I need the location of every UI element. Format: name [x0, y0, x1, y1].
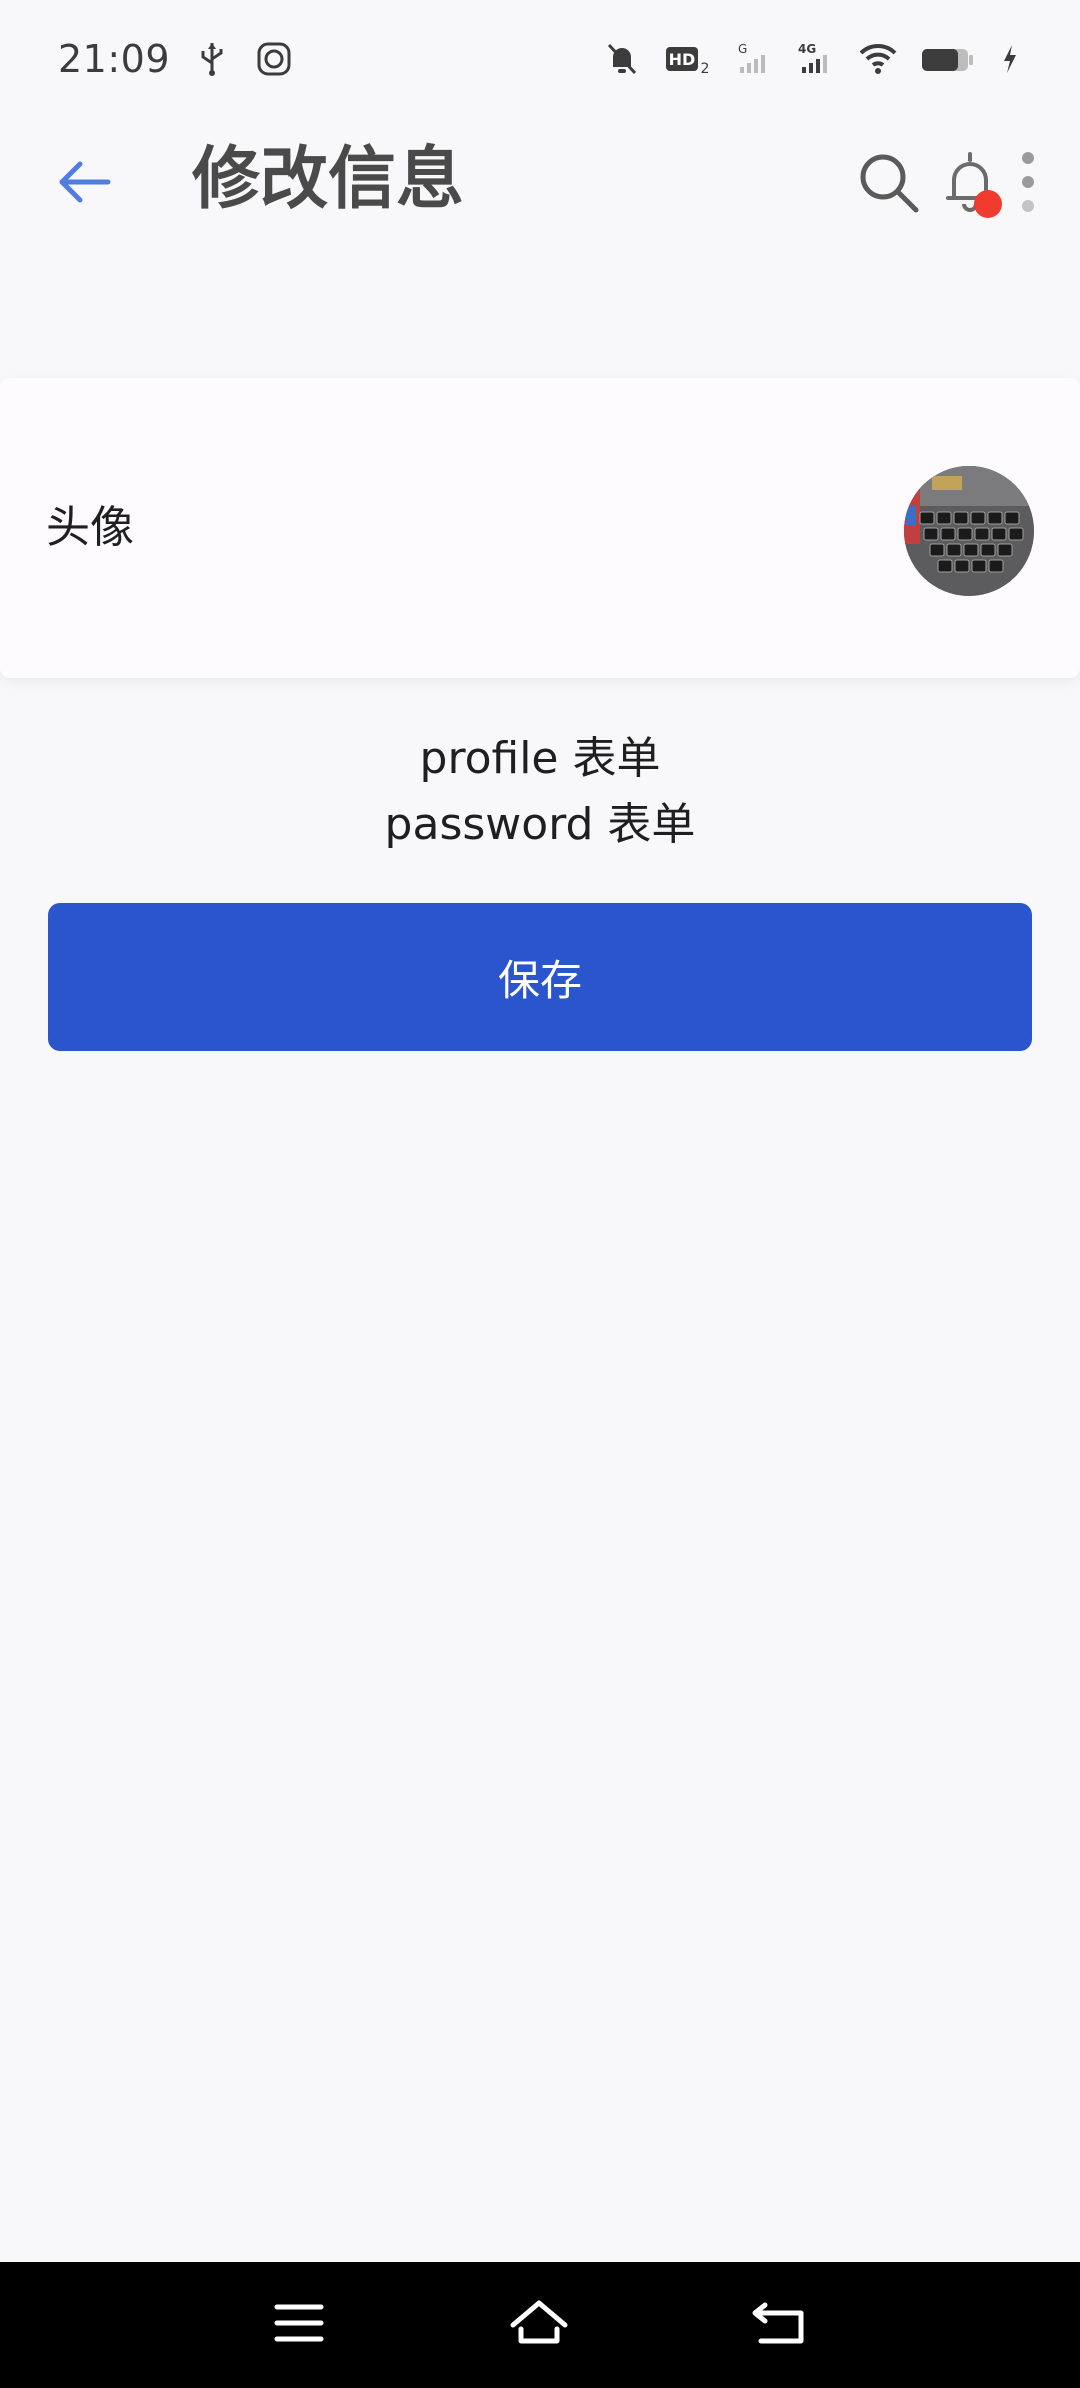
nav-home-button[interactable]: [494, 2280, 584, 2370]
form-placeholders: profile 表单 password 表单: [0, 726, 1080, 858]
screen: 21:09 HD 2 G 4G 修改信息 头像 profile 表单 passw…: [0, 0, 1080, 2388]
back-icon: [751, 2299, 807, 2351]
signal-4g-icon: 4G: [796, 39, 836, 79]
profile-form: profile 表单: [419, 733, 661, 784]
app-bar: 修改信息: [0, 118, 1080, 242]
password-form: password 表单: [384, 799, 696, 850]
avatar[interactable]: [904, 466, 1034, 596]
nav-menu-button[interactable]: [254, 2280, 344, 2370]
arrow-left-icon: [56, 158, 112, 210]
svg-text:HD: HD: [669, 50, 696, 69]
svg-text:G: G: [738, 42, 747, 56]
laptop-keyboard-photo: [904, 466, 1034, 596]
page-title: 修改信息: [192, 140, 465, 219]
more-vertical-icon: [1021, 150, 1035, 218]
back-button[interactable]: [44, 144, 124, 224]
app-notification-icon: [254, 39, 294, 79]
signal-g-icon: G: [734, 39, 774, 79]
search-button[interactable]: [848, 144, 928, 224]
nav-back-button[interactable]: [734, 2280, 824, 2370]
more-options-button[interactable]: [1008, 144, 1048, 224]
status-time: 21:09: [58, 37, 171, 81]
save-button[interactable]: 保存: [48, 903, 1032, 1051]
home-icon: [509, 2299, 569, 2351]
battery-icon: [920, 39, 976, 79]
svg-text:4G: 4G: [798, 42, 816, 56]
svg-text:2: 2: [701, 61, 710, 77]
silent-bell-icon: [602, 39, 642, 79]
wifi-icon: [858, 39, 898, 79]
status-bar: 21:09 HD 2 G 4G: [0, 0, 1080, 118]
avatar-label: 头像: [46, 502, 134, 553]
menu-icon: [273, 2301, 325, 2349]
save-button-label: 保存: [497, 955, 582, 1005]
status-left: 21:09: [58, 37, 294, 81]
system-nav-bar: [0, 2262, 1080, 2388]
charging-icon: [998, 39, 1022, 79]
hd-icon: HD 2: [664, 39, 712, 79]
usb-icon: [192, 39, 232, 79]
notifications-button[interactable]: [930, 144, 1010, 224]
status-right: HD 2 G 4G: [602, 39, 1022, 79]
avatar-row[interactable]: 头像: [0, 378, 1080, 678]
notification-badge: [974, 190, 1002, 218]
search-icon: [856, 150, 920, 218]
